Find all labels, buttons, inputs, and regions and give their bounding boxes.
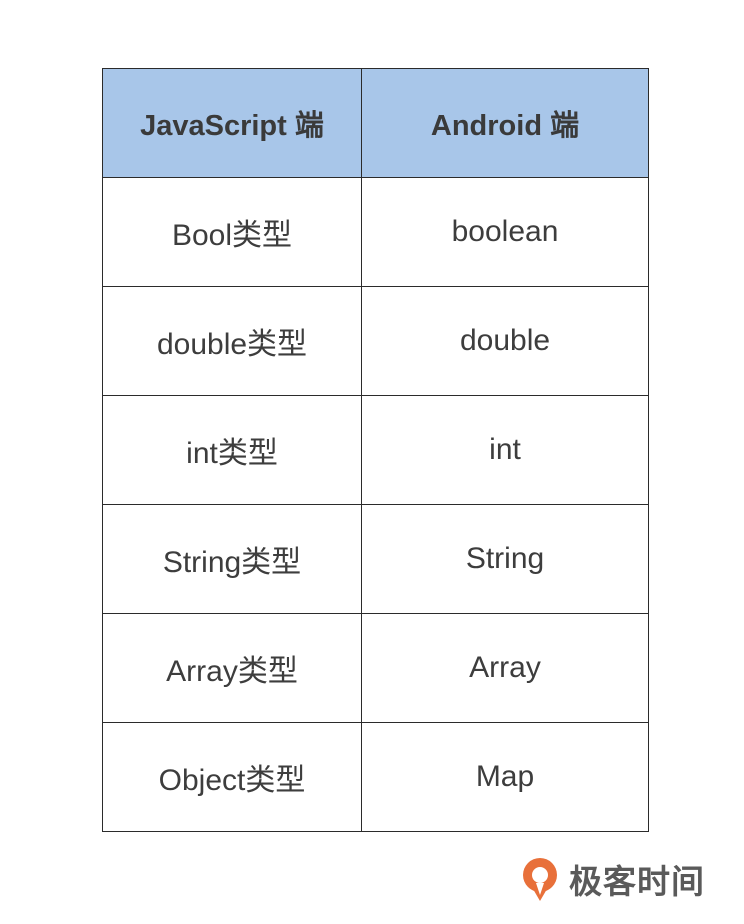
cell-android-type: Array	[361, 613, 649, 723]
cell-android-type: String	[361, 504, 649, 614]
type-mapping-table-container: JavaScript 端 Android 端 Bool类型 boolean do…	[102, 68, 649, 832]
cell-android-type: int	[361, 395, 649, 505]
table-header-row: JavaScript 端 Android 端	[102, 68, 649, 178]
cell-javascript-type: String类型	[102, 504, 362, 614]
cell-javascript-type: Bool类型	[102, 177, 362, 287]
cell-javascript-type: Object类型	[102, 722, 362, 832]
brand-name: 极客时间	[569, 862, 705, 901]
table-row: int类型 int	[102, 395, 649, 505]
cell-javascript-type: int类型	[102, 395, 362, 505]
cell-javascript-type: Array类型	[102, 613, 362, 723]
table-row: Bool类型 boolean	[102, 177, 649, 287]
cell-android-type: boolean	[361, 177, 649, 287]
brand-watermark: 极客时间	[519, 853, 705, 905]
table-row: Array类型 Array	[102, 613, 649, 723]
table-row: double类型 double	[102, 286, 649, 396]
header-javascript: JavaScript 端	[102, 68, 362, 178]
geektime-logo-icon	[519, 855, 561, 903]
type-mapping-table: JavaScript 端 Android 端 Bool类型 boolean do…	[102, 68, 649, 832]
cell-android-type: Map	[361, 722, 649, 832]
table-row: Object类型 Map	[102, 722, 649, 832]
table-row: String类型 String	[102, 504, 649, 614]
header-android: Android 端	[361, 68, 649, 178]
cell-android-type: double	[361, 286, 649, 396]
cell-javascript-type: double类型	[102, 286, 362, 396]
